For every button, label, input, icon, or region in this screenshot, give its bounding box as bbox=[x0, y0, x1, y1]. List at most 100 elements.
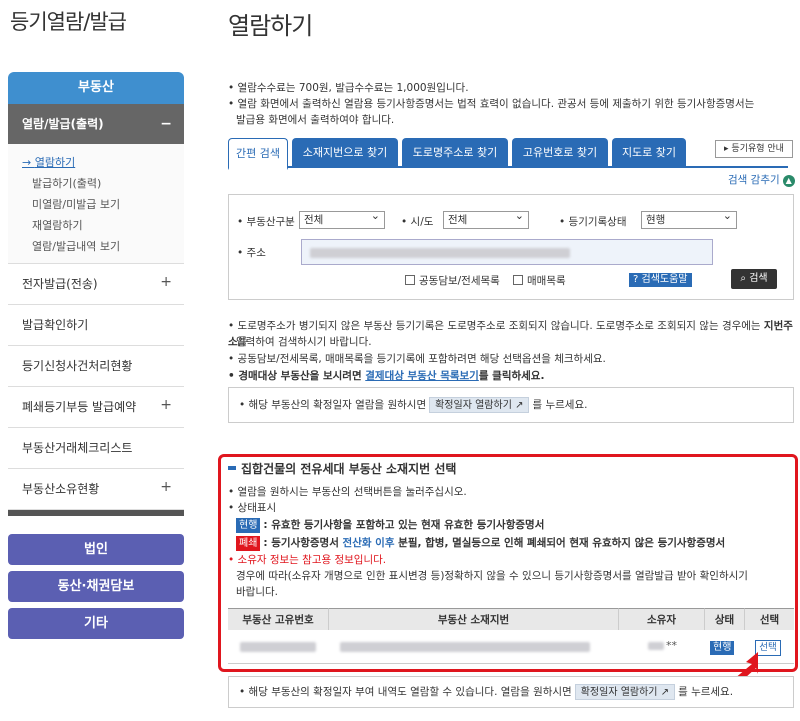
type-select[interactable]: 전체 bbox=[299, 208, 385, 229]
legend-closed: 폐쇄: 등기사항증명서 전산화 이후 분필, 합병, 멸실등으로 인해 폐쇄되어… bbox=[236, 535, 725, 551]
fixed-date-note-2: • 해당 부동산의 확정일자 부여 내역도 열람할 수 있습니다. 열람을 원하… bbox=[228, 676, 794, 708]
tab-simple-search[interactable]: 간편 검색 bbox=[228, 138, 288, 170]
pill-label: 확정일자 열람하기 bbox=[580, 687, 658, 698]
help-label: 검색도움말 bbox=[641, 274, 688, 285]
pill-label: 확정일자 열람하기 bbox=[435, 400, 512, 411]
sidebar-item-label: 발급확인하기 bbox=[22, 318, 89, 332]
joint-collateral-checkbox[interactable]: 공동담보/전세목록 bbox=[405, 273, 500, 288]
sidebar-item-checklist[interactable]: 부동산거래체크리스트 bbox=[8, 428, 184, 469]
current-badge: 현행 bbox=[236, 518, 261, 533]
note-text: 해당 부동산의 확정일자 열람을 원하시면 bbox=[248, 399, 427, 411]
corporation-button[interactable]: 법인 bbox=[8, 534, 184, 565]
collapse-icon[interactable]: − bbox=[160, 104, 172, 144]
auction-list-link[interactable]: 결제대상 부동산 목록보기 bbox=[365, 370, 479, 382]
owner-redacted bbox=[648, 642, 664, 650]
section-instruction: 열람을 원하시는 부동산의 선택버튼을 눌러주십시오. bbox=[228, 484, 467, 500]
sidebar-item-case-status[interactable]: 등기신청사건처리현황 bbox=[8, 346, 184, 387]
search-label: 검색 bbox=[749, 273, 768, 284]
submenu-item-history[interactable]: 열람/발급내역 보기 bbox=[22, 236, 184, 257]
legend-current: 현행: 유효한 등기사항을 포함하고 있는 현재 유효한 등기사항증명서 bbox=[236, 517, 544, 533]
section-title: 집합건물의 전유세대 부동산 소재지번 선택 bbox=[228, 460, 456, 477]
notice-fee: 열람수수료는 700원, 발급수수료는 1,000원입니다. bbox=[228, 80, 469, 96]
checkbox-icon bbox=[513, 275, 523, 285]
address-input[interactable] bbox=[301, 239, 713, 265]
col-owner: 소유자 bbox=[618, 608, 704, 630]
registry-type-guide-button[interactable]: ▸ 등기유형 안내 bbox=[715, 140, 793, 158]
movable-collateral-button[interactable]: 동산·채권담보 bbox=[8, 571, 184, 602]
sidebar-item-verify[interactable]: 발급확인하기 bbox=[8, 305, 184, 346]
info-options: 공동담보/전세목록, 매매목록을 등기기록에 포함하려면 해당 선택옵션을 체크… bbox=[228, 351, 606, 367]
checkbox-icon bbox=[405, 275, 415, 285]
search-tabs: 간편 검색 소재지번으로 찾기 도로명주소로 찾기 고유번호로 찾기 지도로 찾… bbox=[228, 138, 788, 170]
other-button[interactable]: 기타 bbox=[8, 608, 184, 639]
submenu-item-issue[interactable]: 발급하기(출력) bbox=[22, 173, 184, 194]
sidebar-divider bbox=[8, 510, 184, 516]
submenu-item-review[interactable]: 재열람하기 bbox=[22, 215, 184, 236]
address-redacted bbox=[340, 642, 590, 652]
submenu-item-unviewed[interactable]: 미열람/미발급 보기 bbox=[22, 194, 184, 215]
legend-text: 분필, 합병, 멸실등으로 인해 폐쇄되어 현재 유효하지 않은 등기사항증명서 bbox=[394, 537, 726, 549]
owner-mask: ** bbox=[666, 639, 677, 652]
status-legend-title: 상태표시 bbox=[228, 500, 277, 516]
expand-icon[interactable]: + bbox=[160, 262, 172, 303]
sidebar-item-closed-reservation[interactable]: 폐쇄등기부등 발급예약 + bbox=[8, 387, 184, 428]
expand-icon[interactable]: + bbox=[160, 467, 172, 508]
unique-number-redacted bbox=[240, 642, 316, 652]
tab-lot-number[interactable]: 소재지번으로 찾기 bbox=[292, 138, 398, 168]
legend-text: 전산화 이후 bbox=[342, 537, 395, 549]
search-help-button[interactable]: ? 검색도움말 bbox=[629, 273, 692, 287]
chevron-up-icon: ▲ bbox=[782, 175, 795, 187]
tab-unique-number[interactable]: 고유번호로 찾기 bbox=[512, 138, 608, 168]
notice-effect: 열람 화면에서 출력하신 열람용 등기사항증명서는 법적 효력이 없습니다. 관… bbox=[228, 96, 755, 112]
info-auction: 경매대상 부동산을 보시려면 결제대상 부동산 목록보기를 클릭하세요. bbox=[228, 368, 544, 384]
owner-warning-detail-cont: 바랍니다. bbox=[236, 586, 278, 598]
city-select[interactable]: 전체 bbox=[443, 208, 529, 229]
sidebar-item-label: 폐쇄등기부등 발급예약 bbox=[22, 400, 137, 414]
sale-list-checkbox[interactable]: 매매목록 bbox=[513, 273, 566, 288]
col-address: 부동산 소재지번 bbox=[328, 608, 618, 630]
status-label: • 등기기록상태 bbox=[559, 216, 627, 228]
owner-warning: 소유자 정보는 참고용 정보입니다. bbox=[228, 552, 387, 568]
external-link-icon: ↗ bbox=[515, 400, 524, 411]
note-text: 해당 부동산의 확정일자 부여 내역도 열람할 수 있습니다. 열람을 원하시면 bbox=[248, 686, 572, 698]
checkbox-label: 매매목록 bbox=[527, 275, 566, 287]
fixed-date-view-button[interactable]: 확정일자 열람하기 ↗ bbox=[429, 397, 530, 413]
sidebar: 부동산 열람/발급(출력) − 열람하기 발급하기(출력) 미열람/미발급 보기… bbox=[8, 72, 184, 516]
sidebar-item-label: 부동산거래체크리스트 bbox=[22, 441, 133, 455]
hide-search-link[interactable]: 검색 감추기 ▲ bbox=[728, 172, 795, 187]
sidebar-item-view-issue[interactable]: 열람/발급(출력) − bbox=[8, 104, 184, 144]
search-form: • 부동산구분 전체 • 시/도 전체 • 등기기록상태 현행 • 주소 공동담… bbox=[228, 194, 794, 300]
page-title: 열람하기 bbox=[228, 12, 313, 40]
status-select[interactable]: 현행 bbox=[641, 208, 737, 229]
search-icon: ⌕ bbox=[740, 273, 750, 284]
type-label: • 부동산구분 bbox=[237, 216, 295, 228]
info-text: 경매대상 부동산을 보시려면 bbox=[238, 370, 366, 382]
checkbox-label: 공동담보/전세목록 bbox=[419, 275, 500, 287]
sidebar-item-label: 부동산소유현황 bbox=[22, 482, 100, 496]
address-label: • 주소 bbox=[237, 247, 266, 259]
tab-road-address[interactable]: 도로명주소로 찾기 bbox=[402, 138, 508, 168]
info-text: 도로명주소가 병기되지 않은 부동산 등기기록은 도로명주소로 조회되지 않습니… bbox=[237, 320, 764, 332]
sidebar-item-ownership[interactable]: 부동산소유현황 + bbox=[8, 469, 184, 510]
search-button[interactable]: ⌕ 검색 bbox=[731, 269, 777, 289]
hide-search-label: 검색 감추기 bbox=[728, 174, 780, 186]
col-unique-number: 부동산 고유번호 bbox=[228, 608, 328, 630]
sidebar-header[interactable]: 부동산 bbox=[8, 72, 184, 104]
tab-map[interactable]: 지도로 찾기 bbox=[612, 138, 686, 168]
external-link-icon: ↗ bbox=[660, 687, 670, 698]
submenu: 열람하기 발급하기(출력) 미열람/미발급 보기 재열람하기 열람/발급내역 보… bbox=[8, 144, 184, 264]
owner-warning-detail: 경우에 따라(소유자 개명으로 인한 표시변경 등)정확하지 않을 수 있으니 … bbox=[236, 570, 748, 582]
question-icon: ? bbox=[633, 274, 642, 285]
city-label: • 시/도 bbox=[401, 216, 434, 228]
closed-badge: 폐쇄 bbox=[236, 536, 261, 551]
submenu-item-view[interactable]: 열람하기 bbox=[22, 152, 184, 173]
address-redacted bbox=[310, 248, 570, 258]
sidebar-title: 등기열람/발급 bbox=[10, 10, 127, 34]
sidebar-item-label: 전자발급(전송) bbox=[22, 277, 98, 291]
notice-effect-cont: 발급용 화면에서 출력하여야 합니다. bbox=[236, 114, 395, 126]
col-state: 상태 bbox=[704, 608, 744, 630]
fixed-date-view-button-2[interactable]: 확정일자 열람하기 ↗ bbox=[574, 684, 676, 700]
info-text: 를 클릭하세요. bbox=[478, 370, 545, 382]
expand-icon[interactable]: + bbox=[160, 385, 172, 426]
sidebar-item-e-issue[interactable]: 전자발급(전송) + bbox=[8, 264, 184, 305]
